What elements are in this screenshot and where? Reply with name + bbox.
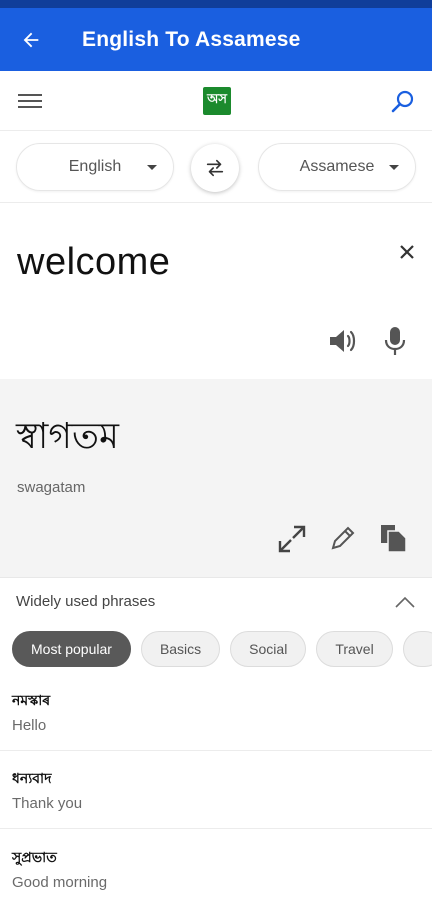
- speaker-icon[interactable]: [326, 325, 358, 357]
- chevron-down-icon: [389, 164, 399, 170]
- copy-icon[interactable]: [379, 523, 409, 553]
- swap-icon: [206, 159, 224, 177]
- page-title: English To Assamese: [82, 27, 301, 51]
- app-bar: English To Assamese: [0, 8, 432, 71]
- app-logo: অস: [203, 86, 231, 115]
- chevron-down-icon: [147, 164, 157, 170]
- chip-most-popular[interactable]: Most popular: [12, 631, 131, 667]
- input-text[interactable]: welcome: [17, 241, 170, 284]
- close-icon[interactable]: [396, 241, 418, 263]
- list-item[interactable]: সুপ্ৰভাত Good morning: [0, 829, 432, 900]
- microphone-icon[interactable]: [382, 325, 408, 357]
- phrase-assamese: সুপ্ৰভাত: [12, 848, 57, 865]
- phrase-english: Thank you: [12, 795, 83, 812]
- phrase-english: Good morning: [12, 873, 108, 891]
- output-area: স্বাগতম swagatam: [0, 379, 432, 577]
- phrases-header-label: Widely used phrases: [16, 593, 156, 610]
- chip-travel[interactable]: Travel: [316, 631, 393, 667]
- swap-languages-button[interactable]: [191, 144, 239, 192]
- translated-text: স্বাগতম: [16, 415, 119, 456]
- language-selector-row: English Assamese: [0, 131, 432, 203]
- source-language-label: English: [68, 157, 122, 175]
- transliteration-text: swagatam: [17, 479, 86, 496]
- phrase-assamese: ধন্যবাদ: [12, 770, 52, 786]
- back-arrow-icon: [23, 32, 39, 47]
- target-language-label: Assamese: [299, 157, 375, 175]
- chip-more[interactable]: [402, 631, 432, 667]
- input-area[interactable]: welcome: [0, 203, 432, 379]
- list-item[interactable]: ধন্যবাদ Thank you: [0, 751, 432, 829]
- toolbar: অস: [0, 71, 432, 131]
- menu-icon[interactable]: [16, 90, 44, 112]
- phrase-assamese: নমস্কাৰ: [12, 692, 51, 708]
- edit-pencil-icon[interactable]: [328, 523, 358, 553]
- target-language-dropdown[interactable]: Assamese: [258, 142, 416, 191]
- expand-icon[interactable]: [276, 523, 308, 555]
- search-icon[interactable]: [390, 88, 416, 114]
- back-button[interactable]: [0, 8, 62, 71]
- chip-basics[interactable]: Basics: [140, 631, 221, 667]
- phrase-english: Hello: [12, 717, 47, 734]
- list-item[interactable]: নমস্কাৰ Hello: [0, 673, 432, 751]
- phrase-category-chips: Most popular Basics Social Travel: [0, 625, 432, 673]
- status-bar: [0, 0, 432, 8]
- chevron-up-icon[interactable]: [394, 595, 416, 609]
- phrase-list: নমস্কাৰ Hello ধন্যবাদ Thank you সুপ্ৰভাত…: [0, 673, 432, 900]
- chip-social[interactable]: Social: [230, 631, 307, 667]
- phrases-header[interactable]: Widely used phrases: [0, 577, 432, 625]
- source-language-dropdown[interactable]: English: [16, 142, 174, 191]
